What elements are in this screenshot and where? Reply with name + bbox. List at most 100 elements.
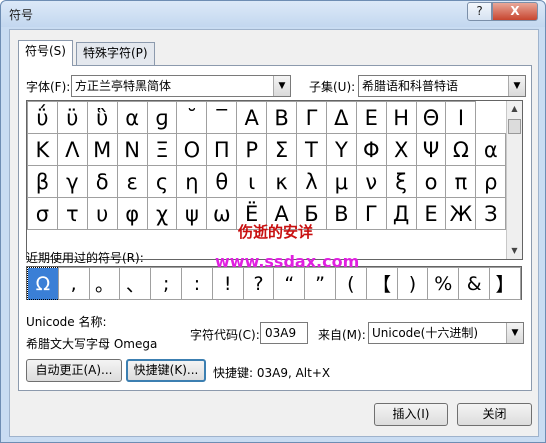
recent-symbol[interactable]: % [427,267,460,300]
symbol-cell[interactable]: β [27,165,58,198]
symbol-cell[interactable]: χ [146,197,178,230]
insert-button[interactable]: 插入(I) [374,403,448,426]
subset-select[interactable]: 希腊语和科普特语 ▼ [358,75,526,97]
recent-symbol[interactable]: “ [273,267,306,300]
symbol-cell[interactable]: З [475,197,507,230]
symbol-cell[interactable]: Υ [325,133,357,166]
symbol-cell[interactable]: υ [86,197,118,230]
symbol-cell[interactable]: Γ [296,101,327,134]
symbol-cell[interactable]: ς [146,165,178,198]
symbol-cell[interactable]: ψ [176,197,208,230]
font-select[interactable]: 方正兰亭特黑简体 ▼ [71,75,291,97]
title-bar: 符号 ? X [1,1,545,27]
recent-symbol[interactable]: ? [242,267,275,300]
scroll-down-icon[interactable]: ▼ [507,243,522,259]
symbol-cell[interactable]: ε [116,165,148,198]
symbol-cell[interactable]: Ρ [236,133,268,166]
symbol-grid-row: βγδεςηθικλμνξοπρ [27,165,507,198]
symbol-cell[interactable]: ρ [475,165,507,198]
symbol-cell[interactable]: α [116,101,148,134]
from-select[interactable]: Unicode(十六进制) ▼ [368,322,524,344]
symbol-cell[interactable]: Μ [86,133,118,166]
symbol-cell[interactable]: ο [415,165,447,198]
symbol-cell[interactable]: ϋ [56,101,88,134]
symbol-cell[interactable]: Г [355,197,387,230]
symbol-cell[interactable]: ω [206,197,238,230]
symbol-cell[interactable]: σ [27,197,58,230]
symbol-cell[interactable]: Ξ [146,133,178,166]
symbol-cell[interactable]: Κ [27,133,58,166]
chevron-down-icon[interactable]: ▼ [508,76,525,96]
recent-symbol-selected[interactable]: Ω [27,267,59,300]
symbol-cell[interactable]: Δ [325,101,357,134]
symbol-cell[interactable]: ‾ [206,101,238,134]
symbol-cell[interactable]: Θ [415,101,447,134]
symbol-cell[interactable]: ν [355,165,387,198]
symbol-cell[interactable]: Ο [176,133,208,166]
symbol-cell[interactable]: π [445,165,477,198]
close-button[interactable]: 关闭 [457,403,532,426]
symbol-cell[interactable]: Ж [445,197,477,230]
autocorrect-button[interactable]: 自动更正(A)... [26,359,122,382]
recent-symbol[interactable]: ! [211,267,244,300]
symbol-cell[interactable]: κ [266,165,298,198]
recent-symbol[interactable]: 。 [88,267,121,300]
recent-symbol[interactable]: 【 [365,267,398,300]
symbol-grid-scrollbar[interactable]: ▲ ▼ [506,101,522,259]
symbol-cell[interactable]: φ [116,197,148,230]
recent-symbol[interactable]: ) [396,267,429,300]
scroll-thumb[interactable] [508,119,521,134]
watermark-url: www.ssdax.com [215,252,360,271]
symbol-cell[interactable]: Ε [355,101,387,134]
symbol-cell[interactable]: Λ [56,133,88,166]
char-code-input[interactable]: 03A9 [260,322,308,344]
symbol-cell[interactable]: Ν [116,133,148,166]
symbol-cell[interactable]: Е [415,197,447,230]
symbol-cell[interactable]: Д [385,197,417,230]
symbol-cell[interactable]: ξ [385,165,417,198]
dialog-body: 符号(S) 特殊字符(P) 字体(F): 方正兰亭特黑简体 ▼ 子集(U): 希… [9,29,539,437]
recent-symbol[interactable]: 、 [119,267,152,300]
subset-select-value: 希腊语和科普特语 [362,79,459,93]
symbol-cell[interactable]: Τ [296,133,327,166]
symbol-cell[interactable]: η [176,165,208,198]
symbol-cell[interactable]: Ψ [415,133,447,166]
symbol-cell[interactable]: Σ [266,133,298,166]
symbol-cell[interactable]: Ι [445,101,477,134]
symbol-cell[interactable]: τ [56,197,88,230]
symbol-cell[interactable]: δ [86,165,118,198]
symbol-cell[interactable]: α [475,133,507,166]
symbol-cell[interactable]: Ω [445,133,477,166]
recent-symbol[interactable]: : [181,267,213,300]
symbol-cell[interactable]: ὓ [86,101,118,134]
tab-special-characters[interactable]: 特殊字符(P) [76,42,155,65]
recent-symbol[interactable]: ( [334,267,367,300]
symbol-cell[interactable]: Χ [385,133,417,166]
symbol-cell[interactable]: Φ [355,133,387,166]
chevron-down-icon[interactable]: ▼ [506,323,523,343]
close-window-button[interactable]: X [492,2,538,21]
scroll-up-icon[interactable]: ▲ [507,101,522,117]
symbol-cell[interactable]: ˘ [176,101,208,134]
recent-symbol[interactable]: ; [150,267,183,300]
symbol-cell[interactable]: λ [296,165,327,198]
symbol-cell[interactable]: Β [266,101,298,134]
symbol-cell[interactable]: θ [206,165,238,198]
symbol-cell[interactable]: Η [385,101,417,134]
recent-symbol[interactable]: 】 [489,267,521,300]
recent-symbol[interactable]: , [57,267,90,300]
help-button[interactable]: ? [467,2,492,21]
symbol-cell[interactable]: γ [56,165,88,198]
symbol-cell[interactable]: ι [236,165,268,198]
recent-symbol[interactable]: ” [304,267,336,300]
chevron-down-icon[interactable]: ▼ [273,76,290,96]
symbol-cell[interactable]: В [325,197,357,230]
recent-symbol[interactable]: & [458,267,491,300]
symbol-cell[interactable]: Α [236,101,268,134]
symbol-cell[interactable]: μ [325,165,357,198]
shortcut-key-button[interactable]: 快捷键(K)... [126,359,206,382]
symbol-cell[interactable]: ΰ [27,101,58,134]
symbol-cell[interactable]: Π [206,133,238,166]
tab-symbols[interactable]: 符号(S) [18,40,73,66]
symbol-cell[interactable]: ɡ [146,101,178,134]
